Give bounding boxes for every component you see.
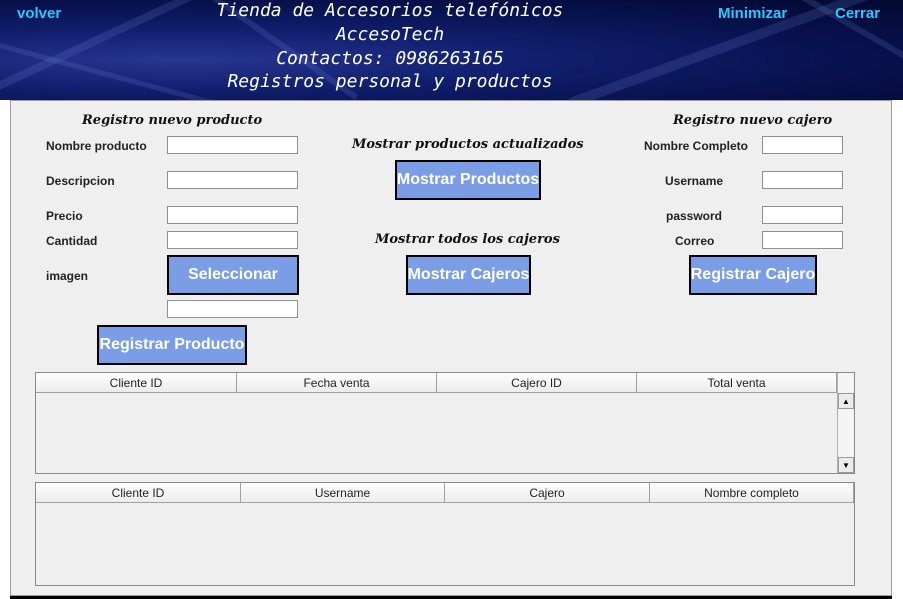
header-title-line-4: Registros personal y productos xyxy=(227,71,553,92)
registrar-cajero-button[interactable]: Registrar Cajero xyxy=(689,255,817,295)
column-header[interactable]: Cliente ID xyxy=(36,483,241,503)
precio-label: Precio xyxy=(46,209,83,223)
column-header[interactable]: Fecha venta xyxy=(237,373,437,393)
mostrar-productos-button[interactable]: Mostrar Productos xyxy=(395,160,541,200)
close-button[interactable]: Cerrar xyxy=(835,5,880,22)
ventas-table-scrollbar[interactable]: ▲ ▼ xyxy=(837,373,854,473)
header-title-line-3: Contactos: 0986263165 xyxy=(276,48,504,69)
ventas-table[interactable]: Cliente ID Fecha venta Cajero ID Total v… xyxy=(35,372,855,474)
header-title-line-1: Tienda de Accesorios telefónicos xyxy=(216,0,564,21)
window-border-left xyxy=(0,100,10,599)
nombre-producto-label: Nombre producto xyxy=(46,139,147,153)
cantidad-input[interactable] xyxy=(167,231,298,249)
producto-section-title: Registro nuevo producto xyxy=(82,113,263,128)
column-header[interactable]: Cajero ID xyxy=(437,373,637,393)
username-label: Username xyxy=(665,174,724,188)
descripcion-input[interactable] xyxy=(167,171,298,189)
column-header[interactable]: Total venta xyxy=(637,373,837,393)
column-header[interactable]: Cliente ID xyxy=(36,373,237,393)
mostrar-cajeros-button[interactable]: Mostrar Cajeros xyxy=(406,255,531,295)
correo-label: Correo xyxy=(675,234,715,248)
password-label: password xyxy=(666,209,723,223)
productos-section-title: Mostrar productos actualizados xyxy=(352,137,584,152)
cantidad-label: Cantidad xyxy=(46,234,98,248)
nombre-completo-label: Nombre Completo xyxy=(644,139,749,153)
username-input[interactable] xyxy=(762,171,843,189)
precio-input[interactable] xyxy=(167,206,298,224)
scroll-up-icon[interactable]: ▲ xyxy=(838,393,854,409)
ventas-table-header: Cliente ID Fecha venta Cajero ID Total v… xyxy=(36,373,837,393)
window-border-right xyxy=(892,100,903,599)
column-header[interactable]: Cajero xyxy=(445,483,650,503)
column-header[interactable]: Username xyxy=(241,483,445,503)
scroll-down-icon[interactable]: ▼ xyxy=(838,457,854,473)
cajeros-section-title: Mostrar todos los cajeros xyxy=(375,232,560,247)
seleccionar-imagen-button[interactable]: Seleccionar xyxy=(167,255,299,295)
cajero-section-title: Registro nuevo cajero xyxy=(673,113,833,128)
nombre-completo-input[interactable] xyxy=(762,136,843,154)
header-title-line-2: AccesoTech xyxy=(335,24,445,45)
cajeros-table-header: Cliente ID Username Cajero Nombre comple… xyxy=(36,483,854,503)
imagen-label: imagen xyxy=(46,269,89,283)
descripcion-label: Descripcion xyxy=(46,174,115,188)
imagen-path-input[interactable] xyxy=(167,300,298,318)
registrar-producto-button[interactable]: Registrar Producto xyxy=(97,325,247,365)
cajeros-table[interactable]: Cliente ID Username Cajero Nombre comple… xyxy=(35,482,855,586)
correo-input[interactable] xyxy=(762,231,843,249)
password-input[interactable] xyxy=(762,206,843,224)
nombre-producto-input[interactable] xyxy=(167,136,298,154)
header-banner: volver Minimizar Cerrar Tienda de Acceso… xyxy=(0,0,903,100)
column-header[interactable]: Nombre completo xyxy=(650,483,854,503)
